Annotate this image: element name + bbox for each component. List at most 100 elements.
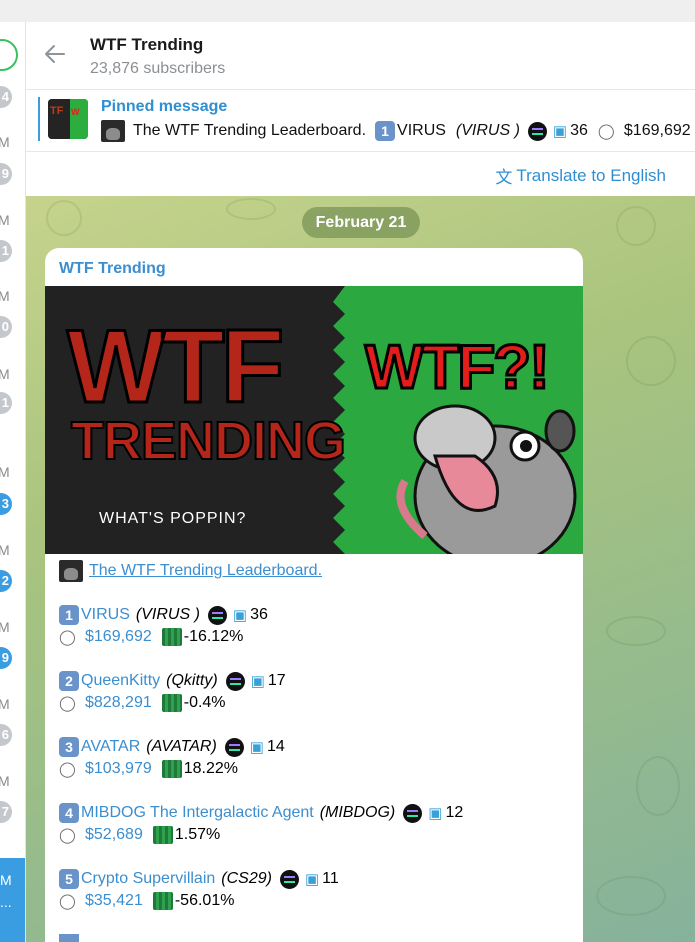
chat-list-strip[interactable]: 4 M 9 M 1 M 0 M 1 M 3 M 2 M 9 M 6 M 7 M … — [0, 22, 26, 942]
token-ticker: (AVATAR) — [146, 738, 217, 755]
money-bag-icon: ◯ — [59, 761, 76, 778]
background-doodle — [626, 336, 676, 386]
leaderboard-item-partial — [59, 934, 579, 942]
message-bubble[interactable]: WTF Trending WTF TRENDING WHAT'S POPPIN?… — [45, 248, 583, 942]
possum-mascot-icon — [396, 404, 577, 554]
possum-emoji-icon — [101, 120, 125, 142]
cube-icon: ▣ — [250, 673, 265, 690]
chat-header: WTF Trending 23,876 subscribers — [26, 22, 695, 90]
unread-badge: 6 — [0, 724, 12, 746]
chat-time: M — [0, 366, 18, 382]
banner-tagline: WHAT'S POPPIN? — [99, 510, 247, 527]
window-top-gap — [0, 0, 695, 22]
token-name-link[interactable]: Crypto Supervillain — [81, 870, 215, 888]
pinned-price: $169,692 — [623, 122, 691, 139]
chat-time: M — [0, 464, 18, 480]
money-bag-icon: ◯ — [597, 123, 615, 140]
token-name-link[interactable]: VIRUS — [81, 606, 130, 624]
message-banner-image[interactable]: WTF TRENDING WHAT'S POPPIN? WTF?! — [45, 286, 583, 554]
solana-icon — [224, 737, 244, 757]
banner-trending-text: TRENDING — [70, 410, 347, 472]
cube-icon: ▣ — [304, 871, 320, 888]
date-separator: February 21 — [302, 207, 420, 238]
channel-title[interactable]: WTF Trending — [90, 35, 203, 55]
subscriber-count: 23,876 subscribers — [90, 60, 226, 77]
unread-badge: 0 — [0, 316, 12, 338]
market-cap-link[interactable]: $169,692 — [85, 628, 152, 646]
leaderboard-link[interactable]: The WTF Trending Leaderboard. — [89, 562, 322, 580]
message-author[interactable]: WTF Trending — [59, 260, 166, 278]
pinned-indicator — [38, 97, 40, 141]
background-doodle — [596, 876, 666, 916]
chat-time: M — [0, 696, 18, 712]
chat-time: M — [0, 619, 18, 635]
leaderboard-heading: The WTF Trending Leaderboard. — [59, 560, 322, 582]
leaderboard-item: 5 Crypto Supervillain (CS29) ▣ 11 ◯ $35,… — [59, 868, 579, 912]
background-doodle — [616, 206, 656, 246]
keycap-number-icon: 2 — [59, 671, 79, 691]
token-name-link[interactable]: AVATAR — [81, 738, 140, 756]
back-arrow-icon[interactable] — [44, 42, 74, 72]
keycap-number-icon: 4 — [59, 803, 79, 823]
token-ticker: (Qkitty) — [166, 672, 218, 689]
chart-chip-icon — [161, 694, 182, 712]
holder-count: 12 — [445, 804, 464, 821]
pinned-ticker: (VIRUS ) — [455, 122, 520, 139]
market-cap-link[interactable]: $52,689 — [85, 826, 143, 844]
market-cap-link[interactable]: $828,291 — [85, 694, 152, 712]
active-chat-item[interactable]: M ... — [0, 858, 25, 942]
possum-emoji-icon — [59, 560, 83, 582]
solana-icon — [403, 803, 423, 823]
price-change: -0.4% — [183, 694, 226, 711]
solana-icon — [207, 605, 227, 625]
holder-count: 14 — [266, 738, 285, 755]
unread-badge: 9 — [0, 647, 12, 669]
unread-badge: 9 — [0, 163, 12, 185]
solana-icon — [225, 671, 245, 691]
unread-badge: 7 — [0, 801, 12, 823]
keycap-number-icon: 5 — [59, 869, 79, 889]
translate-label: Translate to English — [516, 165, 666, 185]
token-ticker: (VIRUS ) — [135, 606, 200, 623]
unread-badge: 1 — [0, 392, 12, 414]
chat-area[interactable]: February 21 WTF Trending WTF TRENDING WH… — [26, 196, 695, 942]
solana-icon — [279, 869, 299, 889]
leaderboard-item: 4 MIBDOG The Intergalactic Agent (MIBDOG… — [59, 802, 579, 846]
keycap-number-icon: 1 — [59, 605, 79, 625]
translate-bar: 文 Translate to English — [26, 152, 695, 196]
chat-time: M — [0, 542, 18, 558]
price-change: -56.01% — [174, 892, 235, 909]
chat-time: M — [0, 212, 18, 228]
pinned-holders: 36 — [570, 122, 588, 139]
story-ring[interactable] — [0, 39, 18, 71]
money-bag-icon: ◯ — [59, 893, 76, 910]
translate-icon: 文 — [495, 168, 513, 187]
unread-badge: 1 — [0, 240, 12, 262]
token-name-link[interactable]: MIBDOG The Intergalactic Agent — [81, 804, 314, 822]
market-cap-link[interactable]: $35,421 — [85, 892, 143, 910]
chat-time: M — [0, 288, 18, 304]
solana-icon — [527, 121, 547, 141]
chart-chip-icon — [161, 760, 182, 778]
chat-time: M — [0, 134, 18, 150]
cube-icon: ▣ — [552, 123, 568, 140]
background-doodle — [226, 198, 276, 220]
pinned-message-bar[interactable]: TF W Pinned message The WTF Trending Lead… — [26, 90, 695, 152]
token-ticker: (MIBDOG) — [319, 804, 396, 821]
market-cap-link[interactable]: $103,979 — [85, 760, 152, 778]
chart-chip-icon — [161, 628, 182, 646]
cube-icon: ▣ — [428, 805, 443, 822]
money-bag-icon: ◯ — [59, 629, 76, 646]
chart-chip-icon — [152, 826, 173, 844]
keycap-number-icon — [59, 934, 79, 942]
token-name-link[interactable]: QueenKitty — [81, 672, 160, 690]
cube-icon: ▣ — [232, 607, 248, 624]
pinned-title: The WTF Trending Leaderboard. — [133, 122, 367, 139]
chat-time: M — [0, 872, 12, 888]
leaderboard-item: 1 VIRUS (VIRUS ) ▣ 36 ◯ $169,692 -16.12% — [59, 604, 579, 648]
translate-button[interactable]: 文 Translate to English — [495, 163, 666, 188]
price-change: 1.57% — [174, 826, 221, 843]
holder-count: 36 — [250, 606, 268, 623]
unread-badge: 3 — [0, 493, 12, 515]
pinned-thumbnail: TF W — [48, 99, 88, 139]
